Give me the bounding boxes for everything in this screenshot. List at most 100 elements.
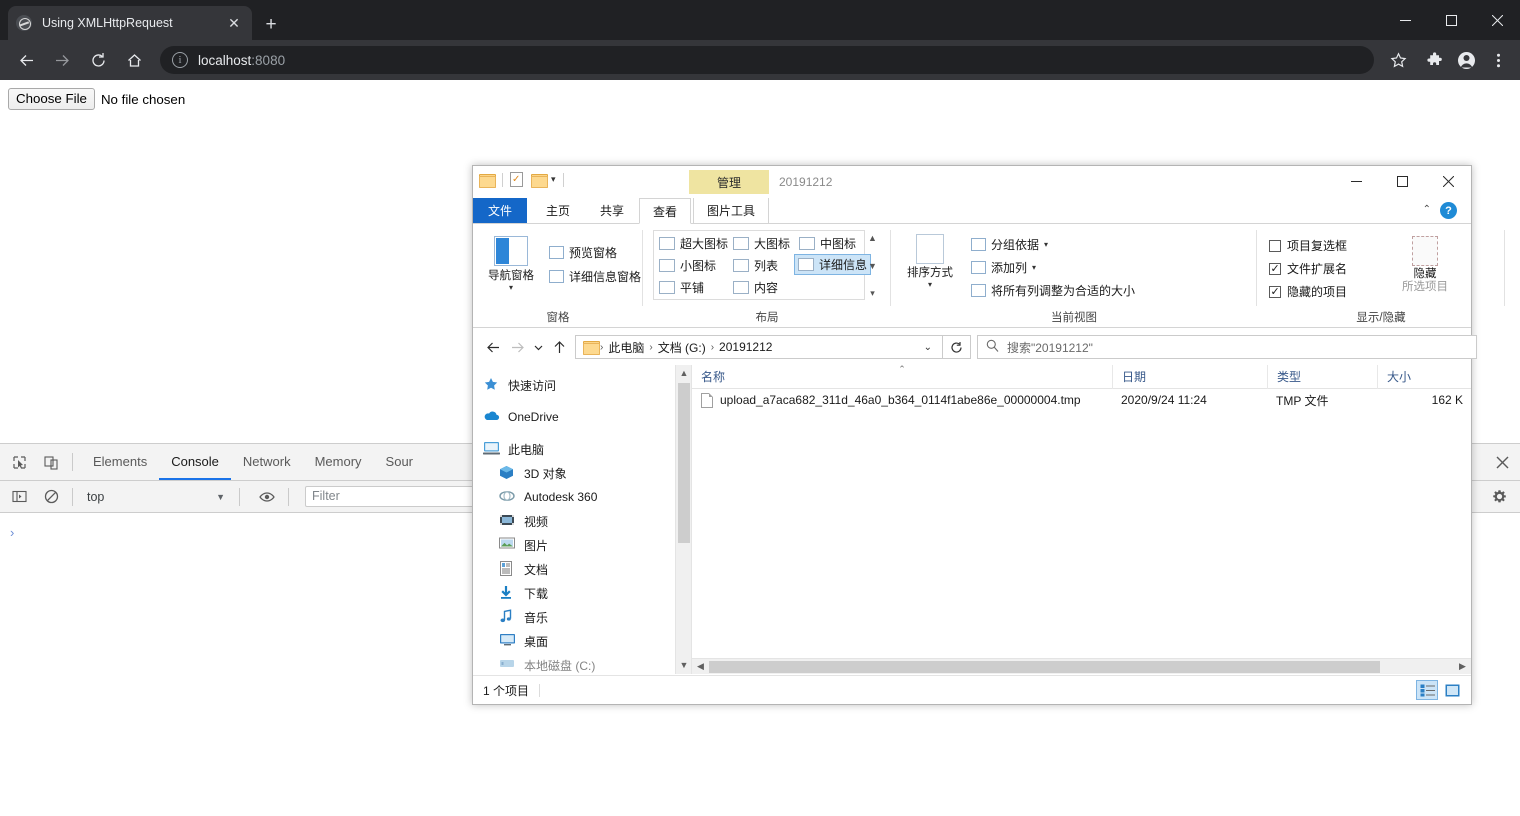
- tab-console[interactable]: Console: [159, 444, 231, 480]
- scroll-down-icon[interactable]: ▼: [868, 261, 877, 271]
- tab-memory[interactable]: Memory: [303, 444, 374, 480]
- chevron-down-icon[interactable]: ⌄: [916, 342, 940, 353]
- customize-qat-caret-icon[interactable]: ▾: [551, 174, 556, 185]
- maximize-icon[interactable]: [1428, 0, 1474, 40]
- browser-tab[interactable]: Using XMLHttpRequest ✕: [8, 6, 252, 40]
- search-input[interactable]: 搜索"20191212": [977, 335, 1477, 359]
- scroll-left-icon[interactable]: ◀: [692, 661, 709, 672]
- ribbon-tab-view[interactable]: 查看: [639, 198, 692, 224]
- forward-arrow-icon[interactable]: [505, 335, 529, 359]
- close-icon[interactable]: [1474, 0, 1520, 40]
- home-icon[interactable]: [120, 46, 148, 74]
- help-icon[interactable]: ?: [1440, 202, 1457, 219]
- minimize-icon[interactable]: [1382, 0, 1428, 40]
- browser-menu-icon[interactable]: [1482, 44, 1514, 76]
- profile-icon[interactable]: [1450, 44, 1482, 76]
- close-devtools-icon[interactable]: [1484, 444, 1520, 480]
- new-folder-icon[interactable]: [531, 173, 548, 188]
- details-pane-item[interactable]: 详细信息窗格: [549, 267, 641, 286]
- chevron-up-icon[interactable]: ⌃: [1423, 204, 1431, 215]
- hide-selected-items-button[interactable]: 隐藏 所选项目: [1397, 236, 1453, 294]
- breadcrumb[interactable]: › 此电脑 › 文档 (G:) › 20191212 ⌄: [575, 335, 943, 359]
- nav-item-pictures[interactable]: 图片: [473, 533, 691, 557]
- console-sidebar-icon[interactable]: [6, 484, 32, 510]
- refresh-icon[interactable]: [943, 335, 971, 359]
- maximize-icon[interactable]: [1379, 166, 1425, 196]
- details-view-toggle[interactable]: [1416, 680, 1438, 700]
- tab-network[interactable]: Network: [231, 444, 303, 480]
- scroll-down-icon[interactable]: ▼: [676, 657, 691, 674]
- column-header-date[interactable]: 日期: [1112, 364, 1267, 389]
- size-all-columns-item[interactable]: 将所有列调整为合适的大小: [971, 281, 1135, 300]
- nav-item-quick-access[interactable]: 快速访问: [473, 373, 691, 397]
- live-expression-eye-icon[interactable]: [254, 484, 280, 510]
- nav-item-documents[interactable]: 文档: [473, 557, 691, 581]
- ribbon-tab-home[interactable]: 主页: [533, 198, 583, 224]
- breadcrumb-item-this-pc[interactable]: 此电脑: [604, 339, 648, 356]
- file-list-horizontal-scrollbar[interactable]: ◀ ▶: [692, 658, 1471, 674]
- nav-item-music[interactable]: 音乐: [473, 605, 691, 629]
- nav-item-this-pc[interactable]: 此电脑: [473, 437, 691, 461]
- file-upload-input[interactable]: Choose File No file chosen: [8, 88, 185, 110]
- breadcrumb-item-folder[interactable]: 20191212: [715, 340, 776, 354]
- breadcrumb-item-documents[interactable]: 文档 (G:): [654, 339, 710, 356]
- ribbon-tab-share[interactable]: 共享: [587, 198, 637, 224]
- view-extra-large-icons[interactable]: 超大图标: [656, 233, 731, 254]
- view-content[interactable]: 内容: [730, 277, 781, 298]
- nav-item-onedrive[interactable]: OneDrive: [473, 405, 691, 429]
- view-small-icons[interactable]: 小图标: [656, 255, 719, 276]
- add-columns-item[interactable]: 添加列 ▾: [971, 258, 1036, 277]
- options-button[interactable]: 选项: [1507, 236, 1520, 279]
- close-icon[interactable]: ✕: [224, 13, 244, 33]
- folder-icon[interactable]: [479, 173, 496, 188]
- tab-elements[interactable]: Elements: [81, 444, 159, 480]
- ribbon-tab-file[interactable]: 文件: [473, 198, 527, 224]
- preview-pane-item[interactable]: 预览窗格: [549, 243, 617, 262]
- group-by-item[interactable]: 分组依据 ▾: [971, 235, 1048, 254]
- scrollbar-thumb[interactable]: [678, 383, 690, 543]
- table-row[interactable]: upload_a7aca682_311d_46a0_b364_0114f1abe…: [692, 389, 1471, 411]
- clear-console-icon[interactable]: [38, 484, 64, 510]
- choose-file-button[interactable]: Choose File: [8, 88, 95, 110]
- large-icons-view-toggle[interactable]: [1441, 680, 1463, 700]
- view-medium-icons[interactable]: 中图标: [796, 233, 859, 254]
- nav-item-videos[interactable]: 视频: [473, 509, 691, 533]
- file-extensions-option[interactable]: 文件扩展名: [1269, 260, 1347, 277]
- nav-item-downloads[interactable]: 下载: [473, 581, 691, 605]
- view-list[interactable]: 列表: [730, 255, 781, 276]
- forward-icon[interactable]: [48, 46, 76, 74]
- console-context-selector[interactable]: top ▼: [81, 486, 231, 508]
- item-checkboxes-option[interactable]: 项目复选框: [1269, 237, 1347, 254]
- gear-icon[interactable]: [1486, 484, 1512, 510]
- gallery-expand-icon[interactable]: ▾: [870, 288, 875, 299]
- column-header-type[interactable]: 类型: [1267, 364, 1377, 389]
- up-arrow-icon[interactable]: [547, 335, 571, 359]
- scrollbar-track[interactable]: [709, 660, 1454, 673]
- close-icon[interactable]: [1425, 166, 1471, 196]
- nav-pane-scrollbar[interactable]: ▲ ▼: [675, 365, 691, 674]
- bookmark-star-icon[interactable]: [1382, 44, 1414, 76]
- site-info-icon[interactable]: i: [172, 52, 188, 68]
- reload-icon[interactable]: [84, 46, 112, 74]
- nav-item-3d-objects[interactable]: 3D 对象: [473, 461, 691, 485]
- scroll-up-icon[interactable]: ▲: [868, 233, 877, 243]
- extensions-icon[interactable]: [1418, 44, 1450, 76]
- navigation-pane-button[interactable]: 导航窗格 ▾: [479, 236, 543, 292]
- sort-by-button[interactable]: 排序方式 ▾: [897, 234, 963, 289]
- back-arrow-icon[interactable]: [481, 335, 505, 359]
- new-tab-button[interactable]: +: [258, 12, 284, 38]
- file-list-pane[interactable]: ⌃ 名称 日期 类型 大小 upload_a7aca682_311d_46a0_…: [691, 364, 1471, 674]
- scrollbar-thumb[interactable]: [709, 660, 1380, 673]
- nav-item-local-disk[interactable]: 本地磁盘 (C:): [473, 653, 691, 674]
- nav-item-desktop[interactable]: 桌面: [473, 629, 691, 653]
- nav-item-autodesk-360[interactable]: Autodesk 360: [473, 485, 691, 509]
- column-header-size[interactable]: 大小: [1377, 364, 1467, 389]
- inspect-element-icon[interactable]: [6, 449, 32, 475]
- view-details[interactable]: 详细信息: [794, 254, 872, 275]
- scroll-right-icon[interactable]: ▶: [1454, 661, 1471, 672]
- ribbon-tab-picture-tools[interactable]: 图片工具: [693, 198, 770, 224]
- view-tiles[interactable]: 平铺: [656, 277, 707, 298]
- device-toolbar-icon[interactable]: [38, 449, 64, 475]
- address-bar[interactable]: i localhost:8080: [160, 46, 1374, 74]
- view-large-icons[interactable]: 大图标: [730, 233, 793, 254]
